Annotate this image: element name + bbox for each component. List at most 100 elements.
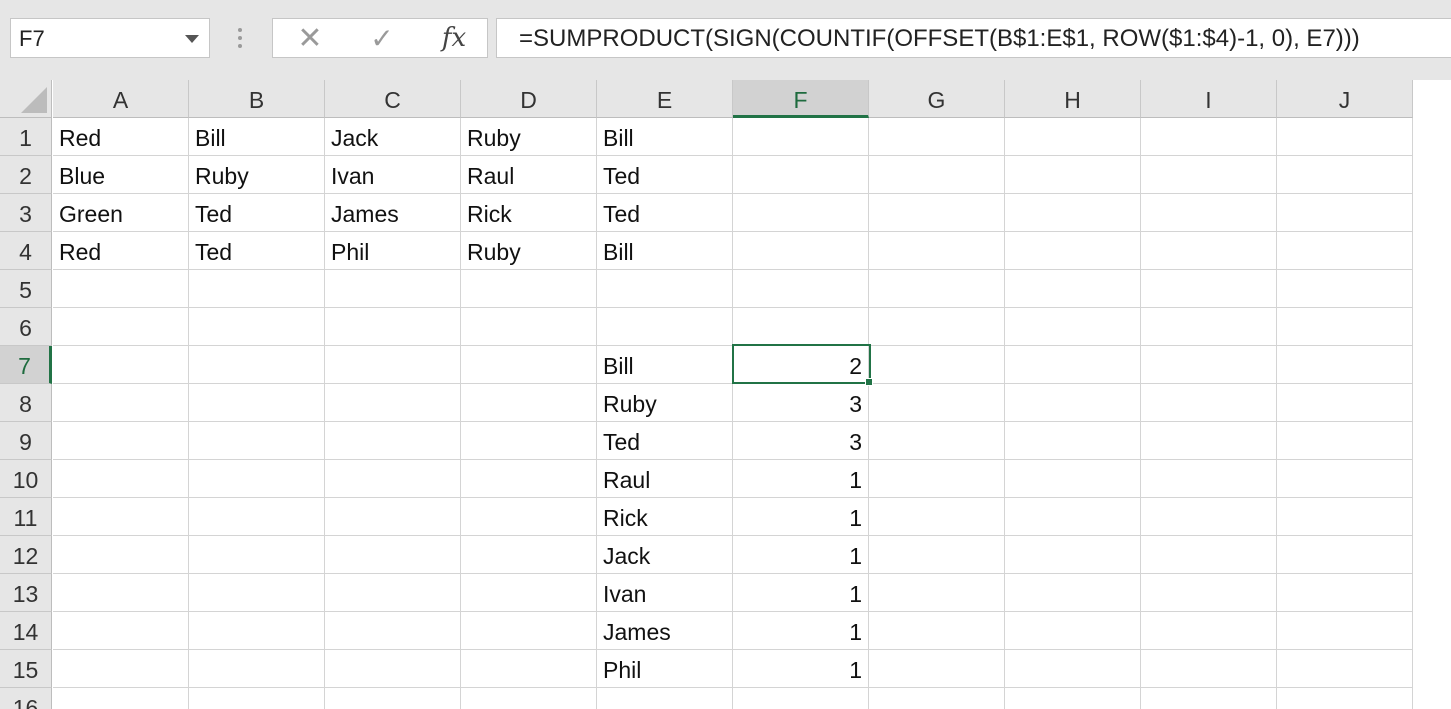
column-header-a[interactable]: A bbox=[53, 80, 189, 118]
cell-a12[interactable] bbox=[53, 536, 189, 574]
cell-c12[interactable] bbox=[325, 536, 461, 574]
cell-g7[interactable] bbox=[869, 346, 1005, 384]
cell-c1[interactable]: Jack bbox=[325, 118, 461, 156]
cell-e6[interactable] bbox=[597, 308, 733, 346]
insert-function-icon[interactable]: fx bbox=[429, 19, 479, 57]
cell-j3[interactable] bbox=[1277, 194, 1413, 232]
cell-g4[interactable] bbox=[869, 232, 1005, 270]
cell-h2[interactable] bbox=[1005, 156, 1141, 194]
cell-i4[interactable] bbox=[1141, 232, 1277, 270]
cell-i12[interactable] bbox=[1141, 536, 1277, 574]
cell-e9[interactable]: Ted bbox=[597, 422, 733, 460]
cell-j15[interactable] bbox=[1277, 650, 1413, 688]
cell-c3[interactable]: James bbox=[325, 194, 461, 232]
cell-e16[interactable] bbox=[597, 688, 733, 709]
cell-i1[interactable] bbox=[1141, 118, 1277, 156]
cell-a9[interactable] bbox=[53, 422, 189, 460]
cell-e8[interactable]: Ruby bbox=[597, 384, 733, 422]
cell-c8[interactable] bbox=[325, 384, 461, 422]
cell-e14[interactable]: James bbox=[597, 612, 733, 650]
cell-b7[interactable] bbox=[189, 346, 325, 384]
cell-j9[interactable] bbox=[1277, 422, 1413, 460]
cell-f9[interactable]: 3 bbox=[733, 422, 869, 460]
cell-d15[interactable] bbox=[461, 650, 597, 688]
cell-g16[interactable] bbox=[869, 688, 1005, 709]
row-header-15[interactable]: 15 bbox=[0, 650, 52, 688]
cell-b9[interactable] bbox=[189, 422, 325, 460]
row-header-14[interactable]: 14 bbox=[0, 612, 52, 650]
cell-c6[interactable] bbox=[325, 308, 461, 346]
formula-input[interactable]: =SUMPRODUCT(SIGN(COUNTIF(OFFSET(B$1:E$1,… bbox=[496, 18, 1451, 58]
cell-f14[interactable]: 1 bbox=[733, 612, 869, 650]
cell-a11[interactable] bbox=[53, 498, 189, 536]
row-header-16[interactable]: 16 bbox=[0, 688, 52, 709]
cell-g9[interactable] bbox=[869, 422, 1005, 460]
cell-j11[interactable] bbox=[1277, 498, 1413, 536]
cell-b12[interactable] bbox=[189, 536, 325, 574]
cell-g15[interactable] bbox=[869, 650, 1005, 688]
cell-g14[interactable] bbox=[869, 612, 1005, 650]
cell-b15[interactable] bbox=[189, 650, 325, 688]
cell-e2[interactable]: Ted bbox=[597, 156, 733, 194]
cell-c4[interactable]: Phil bbox=[325, 232, 461, 270]
cell-d10[interactable] bbox=[461, 460, 597, 498]
cell-d14[interactable] bbox=[461, 612, 597, 650]
cell-b16[interactable] bbox=[189, 688, 325, 709]
cell-f7[interactable]: 2 bbox=[733, 346, 869, 384]
cell-g8[interactable] bbox=[869, 384, 1005, 422]
cell-a10[interactable] bbox=[53, 460, 189, 498]
cell-b14[interactable] bbox=[189, 612, 325, 650]
cell-d7[interactable] bbox=[461, 346, 597, 384]
column-header-c[interactable]: C bbox=[325, 80, 461, 118]
row-header-13[interactable]: 13 bbox=[0, 574, 52, 612]
cell-b5[interactable] bbox=[189, 270, 325, 308]
cell-g11[interactable] bbox=[869, 498, 1005, 536]
cell-j13[interactable] bbox=[1277, 574, 1413, 612]
cell-d12[interactable] bbox=[461, 536, 597, 574]
cell-h9[interactable] bbox=[1005, 422, 1141, 460]
cell-e11[interactable]: Rick bbox=[597, 498, 733, 536]
cell-f15[interactable]: 1 bbox=[733, 650, 869, 688]
cell-b8[interactable] bbox=[189, 384, 325, 422]
cell-h14[interactable] bbox=[1005, 612, 1141, 650]
column-header-d[interactable]: D bbox=[461, 80, 597, 118]
cell-a4[interactable]: Red bbox=[53, 232, 189, 270]
cell-f16[interactable] bbox=[733, 688, 869, 709]
cell-h12[interactable] bbox=[1005, 536, 1141, 574]
cell-c11[interactable] bbox=[325, 498, 461, 536]
cell-b10[interactable] bbox=[189, 460, 325, 498]
cell-e12[interactable]: Jack bbox=[597, 536, 733, 574]
cell-c10[interactable] bbox=[325, 460, 461, 498]
cell-j8[interactable] bbox=[1277, 384, 1413, 422]
cell-c14[interactable] bbox=[325, 612, 461, 650]
cell-d6[interactable] bbox=[461, 308, 597, 346]
row-header-7[interactable]: 7 bbox=[0, 346, 52, 384]
cell-g3[interactable] bbox=[869, 194, 1005, 232]
cell-i3[interactable] bbox=[1141, 194, 1277, 232]
chevron-down-icon[interactable] bbox=[185, 35, 199, 43]
cell-f13[interactable]: 1 bbox=[733, 574, 869, 612]
row-header-2[interactable]: 2 bbox=[0, 156, 52, 194]
cell-f12[interactable]: 1 bbox=[733, 536, 869, 574]
cell-b6[interactable] bbox=[189, 308, 325, 346]
enter-icon[interactable]: ✓ bbox=[357, 19, 407, 57]
cell-a14[interactable] bbox=[53, 612, 189, 650]
cell-e13[interactable]: Ivan bbox=[597, 574, 733, 612]
cell-h4[interactable] bbox=[1005, 232, 1141, 270]
cell-f5[interactable] bbox=[733, 270, 869, 308]
cell-f2[interactable] bbox=[733, 156, 869, 194]
row-header-5[interactable]: 5 bbox=[0, 270, 52, 308]
cell-i7[interactable] bbox=[1141, 346, 1277, 384]
cell-j1[interactable] bbox=[1277, 118, 1413, 156]
cell-i15[interactable] bbox=[1141, 650, 1277, 688]
cell-a1[interactable]: Red bbox=[53, 118, 189, 156]
cell-b4[interactable]: Ted bbox=[189, 232, 325, 270]
column-header-f[interactable]: F bbox=[733, 80, 869, 118]
cell-i8[interactable] bbox=[1141, 384, 1277, 422]
cell-c5[interactable] bbox=[325, 270, 461, 308]
row-header-11[interactable]: 11 bbox=[0, 498, 52, 536]
cell-j7[interactable] bbox=[1277, 346, 1413, 384]
cell-a13[interactable] bbox=[53, 574, 189, 612]
column-header-g[interactable]: G bbox=[869, 80, 1005, 118]
row-header-10[interactable]: 10 bbox=[0, 460, 52, 498]
